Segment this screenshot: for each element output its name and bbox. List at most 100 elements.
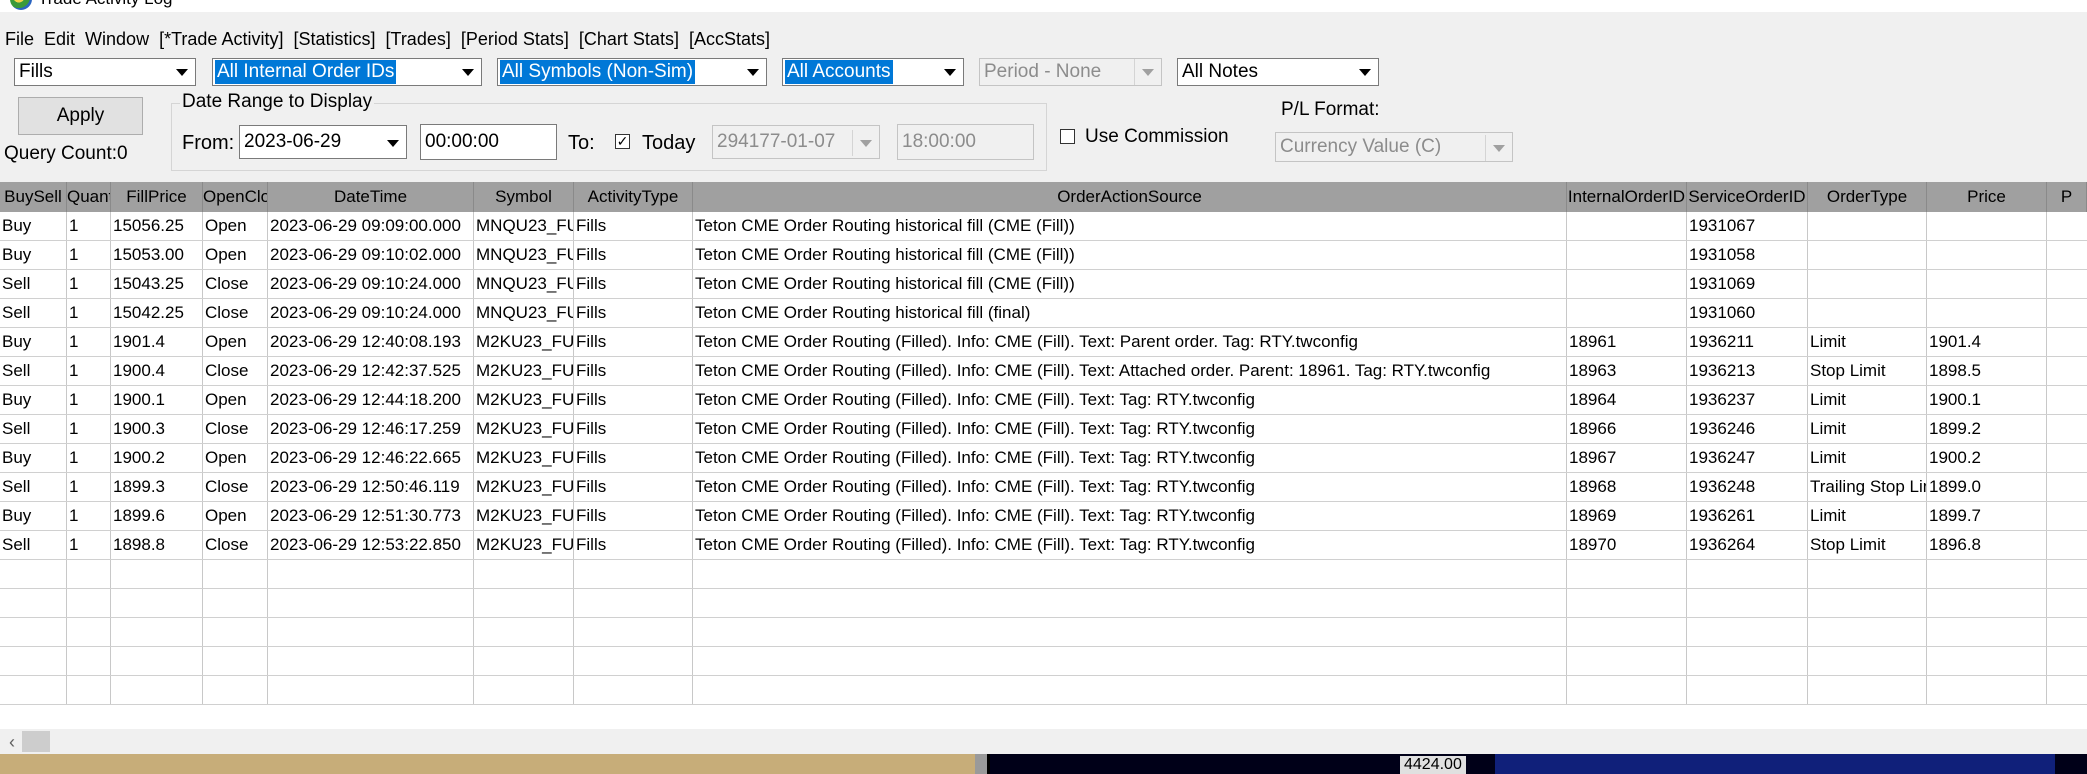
cell-quantity: 1 xyxy=(67,386,111,414)
table-row[interactable]: Buy 1 1901.4 Open 2023-06-29 12:40:08.193 M2K… xyxy=(0,328,2087,357)
column-header-p[interactable]: P xyxy=(2047,182,2087,212)
cell-quantity xyxy=(67,647,111,675)
column-header-order-action-source[interactable]: OrderActionSource xyxy=(693,182,1567,212)
cell-datetime xyxy=(268,676,474,704)
cell-activity-type: Fills xyxy=(574,415,693,443)
cell-symbol: MNQU23_FUT xyxy=(474,212,574,240)
cell-internal-order-id: 18966 xyxy=(1567,415,1687,443)
chevron-down-icon[interactable] xyxy=(455,59,481,85)
cell-service-order-id xyxy=(1687,560,1808,588)
from-time-input[interactable]: 00:00:00 xyxy=(420,124,557,160)
cell-symbol: M2KU23_FUT xyxy=(474,502,574,530)
scroll-thumb[interactable] xyxy=(22,731,50,752)
use-commission-checkbox[interactable] xyxy=(1060,129,1075,144)
cell-quantity: 1 xyxy=(67,299,111,327)
cell-order-action-source xyxy=(693,589,1567,617)
empty-row[interactable] xyxy=(0,647,2087,676)
order-id-select[interactable]: All Internal Order IDs xyxy=(212,58,482,86)
cell-internal-order-id: 18970 xyxy=(1567,531,1687,559)
table-row[interactable]: Buy 1 1900.1 Open 2023-06-29 12:44:18.200 M2K… xyxy=(0,386,2087,415)
menu-trades[interactable]: [Trades] xyxy=(380,29,455,50)
menu-window[interactable]: Window xyxy=(80,29,154,50)
column-header-service-order-id[interactable]: ServiceOrderID xyxy=(1687,182,1808,212)
cell-service-order-id: 1936246 xyxy=(1687,415,1808,443)
menu-trade-activity[interactable]: [*Trade Activity] xyxy=(154,29,288,50)
empty-row[interactable] xyxy=(0,560,2087,589)
menu-acc-stats[interactable]: [AccStats] xyxy=(684,29,775,50)
cell-order-type xyxy=(1808,560,1927,588)
column-header-activity-type[interactable]: ActivityType xyxy=(574,182,693,212)
menu-edit[interactable]: Edit xyxy=(39,29,80,50)
cell-price: 1900.1 xyxy=(1927,386,2047,414)
cell-quantity: 1 xyxy=(67,270,111,298)
table-row[interactable]: Buy 1 1900.2 Open 2023-06-29 12:46:22.665 M2K… xyxy=(0,444,2087,473)
to-time-input: 18:00:00 xyxy=(897,124,1034,160)
apply-button[interactable]: Apply xyxy=(18,97,143,135)
table-row[interactable]: Buy 1 1899.6 Open 2023-06-29 12:51:30.773 M2K… xyxy=(0,502,2087,531)
chevron-down-icon[interactable] xyxy=(169,59,195,85)
cell-internal-order-id: 18963 xyxy=(1567,357,1687,385)
cell-quantity: 1 xyxy=(67,212,111,240)
period-value: Period - None xyxy=(984,61,1102,82)
cell-order-action-source xyxy=(693,618,1567,646)
scroll-left-icon[interactable]: ‹ xyxy=(2,732,22,752)
column-header-quantity[interactable]: Quantity xyxy=(67,182,111,212)
cell-symbol: M2KU23_FUT xyxy=(474,328,574,356)
table-row[interactable]: Buy 1 15053.00 Open 2023-06-29 09:10:02.000 M… xyxy=(0,241,2087,270)
empty-row[interactable] xyxy=(0,676,2087,705)
cell-symbol: M2KU23_FUT xyxy=(474,531,574,559)
column-header-datetime[interactable]: DateTime xyxy=(268,182,474,212)
cell-order-action-source: Teton CME Order Routing (Filled). Info: … xyxy=(693,357,1567,385)
today-label: Today xyxy=(642,132,696,154)
activity-type-select[interactable]: Fills xyxy=(14,58,196,86)
pl-format-label: P/L Format: xyxy=(1281,99,1380,120)
column-header-open-close[interactable]: OpenClose xyxy=(203,182,268,212)
chevron-down-icon[interactable] xyxy=(937,59,963,85)
cell-datetime: 2023-06-29 12:50:46.119 xyxy=(268,473,474,501)
column-header-buysell[interactable]: BuySell xyxy=(0,182,67,212)
table-row[interactable]: Sell 1 1899.3 Close 2023-06-29 12:50:46.119 M… xyxy=(0,473,2087,502)
chevron-down-icon[interactable] xyxy=(1352,59,1378,85)
today-checkbox[interactable]: ✓ xyxy=(615,134,630,149)
table-row[interactable]: Sell 1 1898.8 Close 2023-06-29 12:53:22.850 M… xyxy=(0,531,2087,560)
column-header-symbol[interactable]: Symbol xyxy=(474,182,574,212)
from-date-picker[interactable]: 2023-06-29 xyxy=(239,125,407,159)
cell-datetime: 2023-06-29 12:42:37.525 xyxy=(268,357,474,385)
table-row[interactable]: Sell 1 15042.25 Close 2023-06-29 09:10:24.00… xyxy=(0,299,2087,328)
account-select[interactable]: All Accounts xyxy=(782,58,964,86)
cell-datetime: 2023-06-29 09:10:02.000 xyxy=(268,241,474,269)
cell-activity-type: Fills xyxy=(574,502,693,530)
table-row[interactable]: Sell 1 15043.25 Close 2023-06-29 09:10:24.00… xyxy=(0,270,2087,299)
menu-file[interactable]: File xyxy=(0,29,39,50)
cell-activity-type: Fills xyxy=(574,241,693,269)
notes-select[interactable]: All Notes xyxy=(1177,58,1379,86)
horizontal-scrollbar[interactable]: ‹ xyxy=(0,729,2087,754)
menu-statistics[interactable]: [Statistics] xyxy=(288,29,380,50)
from-date-value: 2023-06-29 xyxy=(244,131,342,152)
cell-buysell xyxy=(0,589,67,617)
column-header-price[interactable]: Price xyxy=(1927,182,2047,212)
empty-row[interactable] xyxy=(0,618,2087,647)
empty-row[interactable] xyxy=(0,589,2087,618)
column-header-order-type[interactable]: OrderType xyxy=(1808,182,1927,212)
cell-order-type: Stop Limit xyxy=(1808,357,1927,385)
table-row[interactable]: Sell 1 1900.4 Close 2023-06-29 12:42:37.525 M… xyxy=(0,357,2087,386)
table-row[interactable]: Buy 1 15056.25 Open 2023-06-29 09:09:00.000 M… xyxy=(0,212,2087,241)
cell-quantity: 1 xyxy=(67,328,111,356)
column-header-fill-price[interactable]: FillPrice xyxy=(111,182,203,212)
menu-chart-stats[interactable]: [Chart Stats] xyxy=(574,29,684,50)
chevron-down-icon[interactable] xyxy=(380,130,406,156)
cell-symbol: M2KU23_FUT xyxy=(474,444,574,472)
cell-datetime xyxy=(268,618,474,646)
chevron-down-icon[interactable] xyxy=(740,59,766,85)
menu-period-stats[interactable]: [Period Stats] xyxy=(456,29,574,50)
cell-activity-type: Fills xyxy=(574,212,693,240)
table-row[interactable]: Sell 1 1900.3 Close 2023-06-29 12:46:17.259 M… xyxy=(0,415,2087,444)
cell-symbol: M2KU23_FUT xyxy=(474,357,574,385)
column-header-internal-order-id[interactable]: InternalOrderID xyxy=(1567,182,1687,212)
cell-activity-type: Fills xyxy=(574,444,693,472)
cell-quantity xyxy=(67,618,111,646)
title-bar: Trade Activity Log xyxy=(0,0,2087,12)
cell-open-close: Open xyxy=(203,444,268,472)
symbol-select[interactable]: All Symbols (Non-Sim) xyxy=(497,58,767,86)
